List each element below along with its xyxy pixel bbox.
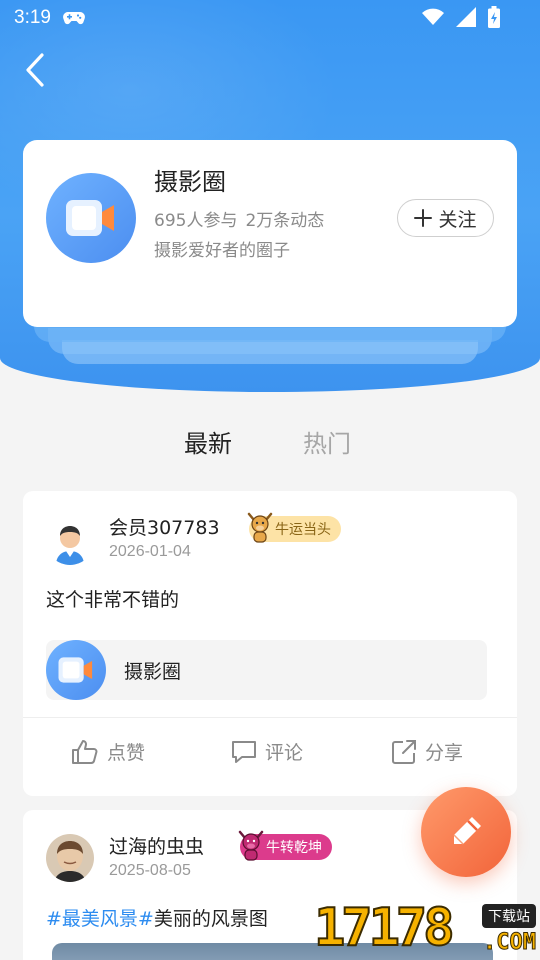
plus-icon — [414, 209, 433, 227]
circle-avatar — [46, 173, 136, 263]
circle-ref-name: 摄影圈 — [124, 661, 182, 683]
follow-label: 关注 — [438, 208, 477, 231]
circle-stats: 695人参与 2万条动态 — [154, 206, 324, 231]
share-icon — [392, 739, 416, 764]
tab-hot[interactable]: 热门 — [303, 424, 351, 459]
gamepad-icon — [63, 10, 85, 26]
chevron-left-icon — [26, 53, 44, 87]
post-card[interactable]: 会员307783 牛运当头 2026-01-04 这个非常不错的 摄影圈 点赞 … — [23, 491, 517, 796]
video-camera-icon — [66, 200, 114, 236]
circle-members: 695人参与 — [154, 211, 238, 231]
like-label: 点赞 — [107, 742, 146, 764]
back-button[interactable] — [18, 50, 52, 90]
divider — [23, 717, 517, 718]
feed-tabs: 最新 热门 — [0, 418, 540, 464]
status-time: 3:19 — [14, 7, 51, 28]
avatar[interactable] — [46, 834, 94, 882]
share-label: 分享 — [425, 742, 464, 764]
comment-icon — [232, 740, 256, 763]
post-actions: 点赞 评论 分享 — [23, 738, 517, 778]
thumbs-up-icon — [72, 739, 98, 764]
post-text-body: 美丽的风景图 — [153, 908, 268, 930]
post-text: #最美风景#美丽的风景图 — [46, 904, 268, 931]
circle-info-card: 摄影圈 695人参与 2万条动态 摄影爱好者的圈子 关注 — [23, 140, 517, 327]
pencil-icon — [453, 817, 481, 845]
user-badge: 牛运当头 — [247, 512, 341, 543]
post-date: 2026-01-04 — [109, 543, 191, 560]
watermark-domain: .COM — [483, 930, 537, 956]
share-button[interactable]: 分享 — [391, 738, 463, 765]
wifi-icon — [422, 8, 444, 30]
like-button[interactable]: 点赞 — [71, 738, 145, 765]
battery-icon — [488, 6, 500, 32]
circle-description: 摄影爱好者的圈子 — [154, 241, 290, 261]
badge-label: 牛运当头 — [275, 522, 331, 538]
post-username[interactable]: 会员307783 — [109, 513, 220, 540]
tab-latest[interactable]: 最新 — [184, 424, 232, 459]
video-camera-icon — [58, 657, 93, 683]
post-hashtag[interactable]: #最美风景# — [46, 908, 154, 930]
compose-button[interactable] — [421, 787, 511, 877]
circle-reference[interactable]: 摄影圈 — [46, 640, 487, 700]
comment-button[interactable]: 评论 — [231, 738, 303, 765]
signal-icon — [456, 7, 476, 31]
badge-label: 牛转乾坤 — [266, 840, 322, 856]
user-badge: 牛转乾坤 — [238, 830, 332, 861]
ox-icon — [238, 830, 264, 861]
circle-name: 摄影圈 — [154, 168, 226, 196]
watermark-tag: 下载站 — [482, 904, 536, 928]
post-username[interactable]: 过海的虫虫 — [109, 832, 204, 859]
circle-posts: 2万条动态 — [245, 211, 325, 231]
avatar[interactable] — [46, 517, 94, 565]
post-text: 这个非常不错的 — [46, 589, 180, 611]
comment-label: 评论 — [265, 742, 304, 764]
circle-ref-avatar — [46, 640, 106, 700]
post-date: 2025-08-05 — [109, 862, 191, 879]
watermark-number: 17178 — [313, 897, 456, 959]
status-bar: 3:19 — [0, 0, 540, 36]
ox-icon — [247, 512, 273, 543]
follow-button[interactable]: 关注 — [397, 199, 494, 237]
site-watermark: 17178 下载站 .COM — [313, 897, 540, 960]
